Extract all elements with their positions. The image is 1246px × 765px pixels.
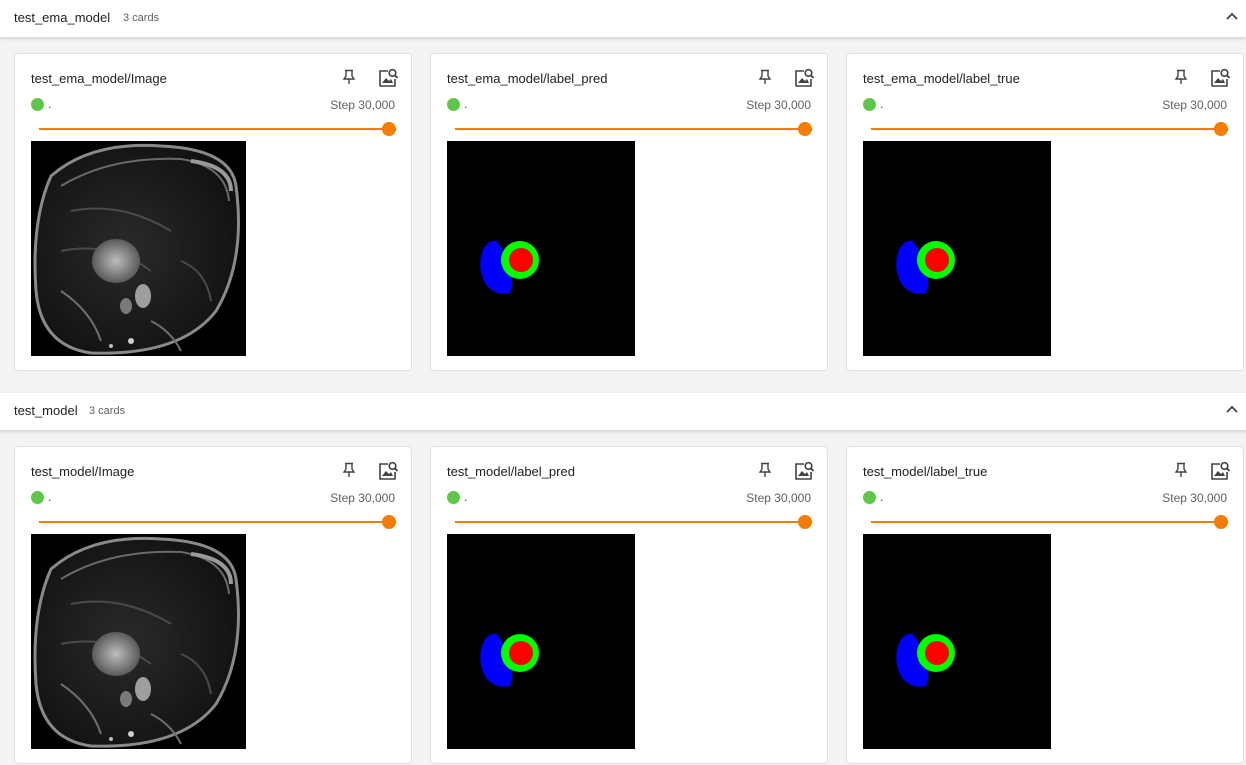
image-search-icon[interactable]	[793, 460, 815, 482]
mri-scan-image[interactable]	[31, 141, 246, 356]
card-title: test_ema_model/label_true	[863, 71, 1020, 86]
card-title: test_ema_model/Image	[31, 71, 167, 86]
step-slider-track[interactable]	[39, 521, 389, 523]
run-name: .	[464, 490, 468, 504]
image-card: test_model/Image . Step 30,000	[14, 446, 412, 764]
step-label: Step 30,000	[330, 491, 395, 505]
segmentation-mask-image[interactable]	[447, 141, 635, 356]
run-name: .	[880, 490, 884, 504]
step-slider-track[interactable]	[39, 128, 389, 130]
group-header[interactable]: test_model 3 cards	[0, 393, 1246, 431]
run-color-dot	[31, 491, 44, 504]
image-search-icon[interactable]	[1209, 67, 1231, 89]
step-slider-track[interactable]	[455, 521, 805, 523]
group-title: test_ema_model	[14, 10, 111, 25]
pin-icon[interactable]	[342, 462, 356, 478]
step-slider-thumb[interactable]	[798, 122, 812, 136]
image-search-icon[interactable]	[377, 67, 399, 89]
card-title: test_model/label_pred	[447, 464, 575, 479]
step-label: Step 30,000	[330, 98, 395, 112]
step-slider-thumb[interactable]	[798, 515, 812, 529]
pin-icon[interactable]	[758, 462, 772, 478]
run-name: .	[464, 97, 468, 111]
image-card: test_ema_model/label_pred . Step 30,000	[430, 53, 828, 371]
step-slider-thumb[interactable]	[382, 122, 396, 136]
run-color-dot	[447, 98, 460, 111]
run-name: .	[48, 490, 52, 504]
pin-icon[interactable]	[758, 69, 772, 85]
image-search-icon[interactable]	[1209, 460, 1231, 482]
step-slider-thumb[interactable]	[1214, 122, 1228, 136]
run-color-dot	[31, 98, 44, 111]
step-slider-thumb[interactable]	[1214, 515, 1228, 529]
step-slider-thumb[interactable]	[382, 515, 396, 529]
step-label: Step 30,000	[1162, 98, 1227, 112]
image-card: test_ema_model/Image . Step 30,000	[14, 53, 412, 371]
card-title: test_model/label_true	[863, 464, 988, 479]
pin-icon[interactable]	[342, 69, 356, 85]
segmentation-mask-image[interactable]	[863, 141, 1051, 356]
image-card: test_model/label_true . Step 30,000	[846, 446, 1244, 764]
group-title: test_model	[14, 403, 78, 418]
image-card: test_model/label_pred . Step 30,000	[430, 446, 828, 764]
image-search-icon[interactable]	[377, 460, 399, 482]
step-label: Step 30,000	[746, 98, 811, 112]
step-slider-track[interactable]	[871, 128, 1221, 130]
step-slider-track[interactable]	[455, 128, 805, 130]
image-card: test_ema_model/label_true . Step 30,000	[846, 53, 1244, 371]
pin-icon[interactable]	[1174, 462, 1188, 478]
card-title: test_ema_model/label_pred	[447, 71, 608, 86]
pin-icon[interactable]	[1174, 69, 1188, 85]
run-name: .	[48, 97, 52, 111]
card-title: test_model/Image	[31, 464, 135, 479]
step-label: Step 30,000	[746, 491, 811, 505]
group-card-count: 3 cards	[123, 12, 160, 24]
run-color-dot	[447, 491, 460, 504]
run-color-dot	[863, 491, 876, 504]
mri-scan-image[interactable]	[31, 534, 246, 749]
image-search-icon[interactable]	[793, 67, 815, 89]
group-card-count: 3 cards	[89, 405, 126, 417]
step-slider-track[interactable]	[871, 521, 1221, 523]
group-header[interactable]: test_ema_model 3 cards	[0, 0, 1246, 38]
chevron-up-icon[interactable]	[1224, 401, 1240, 417]
chevron-up-icon[interactable]	[1224, 8, 1240, 24]
step-label: Step 30,000	[1162, 491, 1227, 505]
run-name: .	[880, 97, 884, 111]
segmentation-mask-image[interactable]	[863, 534, 1051, 749]
run-color-dot	[863, 98, 876, 111]
segmentation-mask-image[interactable]	[447, 534, 635, 749]
